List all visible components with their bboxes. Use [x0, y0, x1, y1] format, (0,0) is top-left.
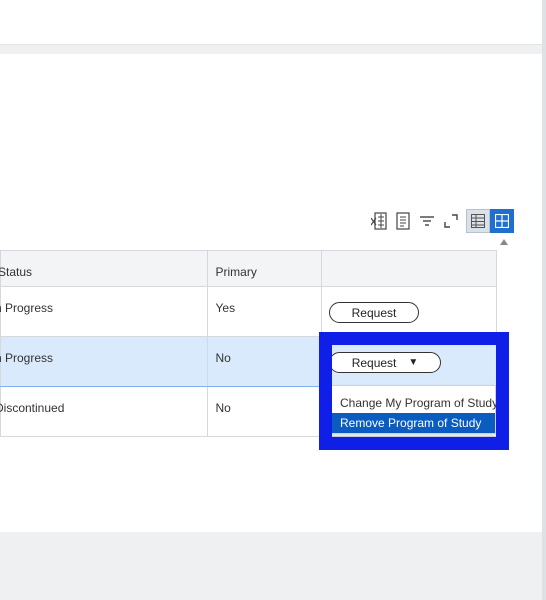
page-scroll-edge: [542, 0, 546, 600]
request-button[interactable]: Request: [329, 302, 419, 323]
menu-item-change-program[interactable]: Change My Program of Study: [331, 393, 498, 413]
grid-view-icon[interactable]: [490, 209, 514, 233]
primary-cell: Yes: [206, 286, 322, 337]
status-cell: n Progress: [0, 286, 208, 337]
request-menu: Change My Program of Study Remove Progra…: [330, 385, 498, 434]
primary-cell: No: [206, 336, 322, 387]
status-cell: Discontinued: [0, 386, 208, 437]
view-toggle: [466, 209, 514, 233]
status-cell: n Progress: [0, 336, 208, 387]
primary-value: Yes: [215, 300, 236, 315]
status-value: n Progress: [0, 300, 54, 315]
column-header-status[interactable]: Status: [0, 250, 208, 287]
column-header-action: [320, 250, 498, 287]
column-header-status-label: Status: [0, 264, 33, 279]
table-view-icon[interactable]: [466, 209, 490, 233]
menu-spacer: [331, 386, 495, 393]
grid-toolbar: [368, 208, 514, 234]
request-dropdown-button[interactable]: Request ▼: [329, 352, 441, 373]
table-scrollbar[interactable]: [497, 236, 512, 434]
column-header-primary[interactable]: Primary: [206, 250, 322, 287]
fullscreen-icon[interactable]: [440, 210, 462, 232]
column-header-primary-label: Primary: [215, 264, 257, 279]
print-icon[interactable]: [392, 210, 414, 232]
export-excel-icon[interactable]: [368, 210, 390, 232]
table-header-row: Status Primary: [0, 250, 498, 287]
menu-item-remove-program[interactable]: Remove Program of Study: [331, 413, 495, 433]
request-dropdown-label: Request: [351, 355, 397, 370]
primary-cell: No: [206, 386, 322, 437]
scroll-up-arrow-icon[interactable]: [500, 239, 508, 245]
primary-value: No: [215, 400, 231, 415]
filter-icon[interactable]: [416, 210, 438, 232]
status-value: Discontinued: [0, 400, 65, 415]
primary-value: No: [215, 350, 231, 365]
top-panel: [0, 0, 542, 45]
table-row[interactable]: n Progress Yes: [0, 286, 498, 337]
status-value: n Progress: [0, 350, 54, 365]
caret-down-icon: ▼: [408, 357, 419, 368]
